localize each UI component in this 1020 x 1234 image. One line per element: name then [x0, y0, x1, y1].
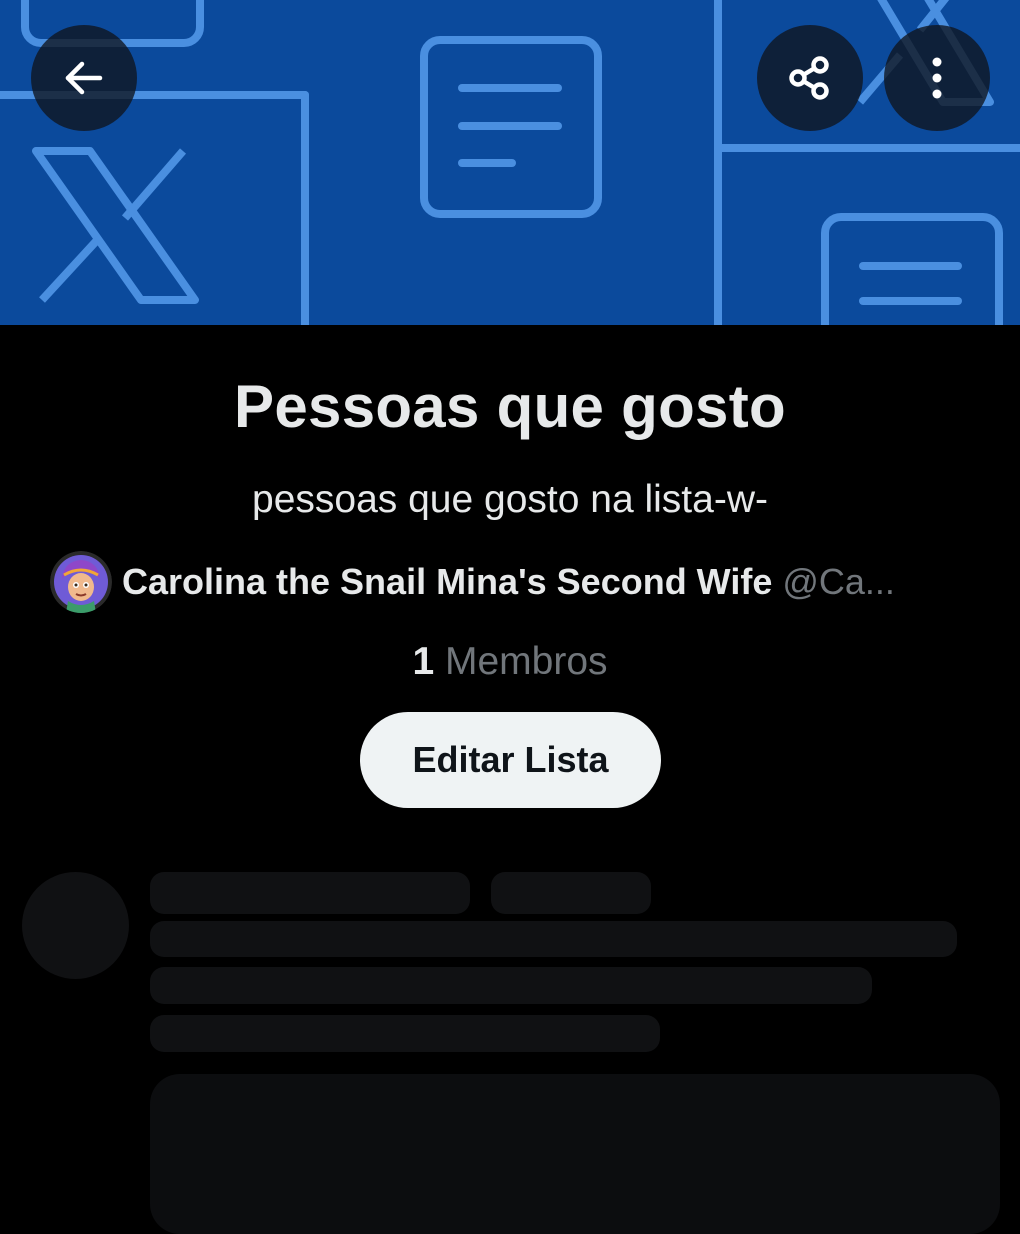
share-button[interactable] — [757, 25, 863, 131]
list-title: Pessoas que gosto — [234, 373, 786, 440]
skeleton-line — [150, 921, 957, 957]
members-count-link[interactable]: 1 Membros — [0, 640, 1020, 684]
owner-handle[interactable]: @Ca... — [782, 561, 895, 603]
list-banner — [0, 0, 1020, 325]
edit-list-button[interactable]: Editar Lista — [360, 712, 661, 808]
banner-pattern — [0, 0, 1020, 325]
avatar-image — [50, 551, 112, 613]
skeleton-media — [150, 1074, 1000, 1234]
members-count: 1 — [412, 640, 435, 683]
owner-name[interactable]: Carolina the Snail Mina's Second Wife — [122, 561, 772, 603]
list-description: pessoas que gosto na lista-w- — [252, 478, 768, 521]
skeleton-line — [491, 872, 651, 914]
arrow-left-icon — [65, 61, 103, 95]
skeleton-line — [150, 872, 470, 914]
skeleton-line — [150, 967, 872, 1004]
more-options-button[interactable] — [884, 25, 990, 131]
owner-avatar[interactable] — [50, 551, 112, 613]
list-owner[interactable]: Carolina the Snail Mina's Second Wife @C… — [50, 549, 980, 615]
skeleton-avatar — [22, 872, 129, 979]
share-icon — [789, 56, 829, 100]
skeleton-line — [150, 1015, 660, 1052]
back-button[interactable] — [31, 25, 137, 131]
more-vertical-icon — [932, 57, 942, 99]
members-label: Membros — [445, 640, 608, 683]
